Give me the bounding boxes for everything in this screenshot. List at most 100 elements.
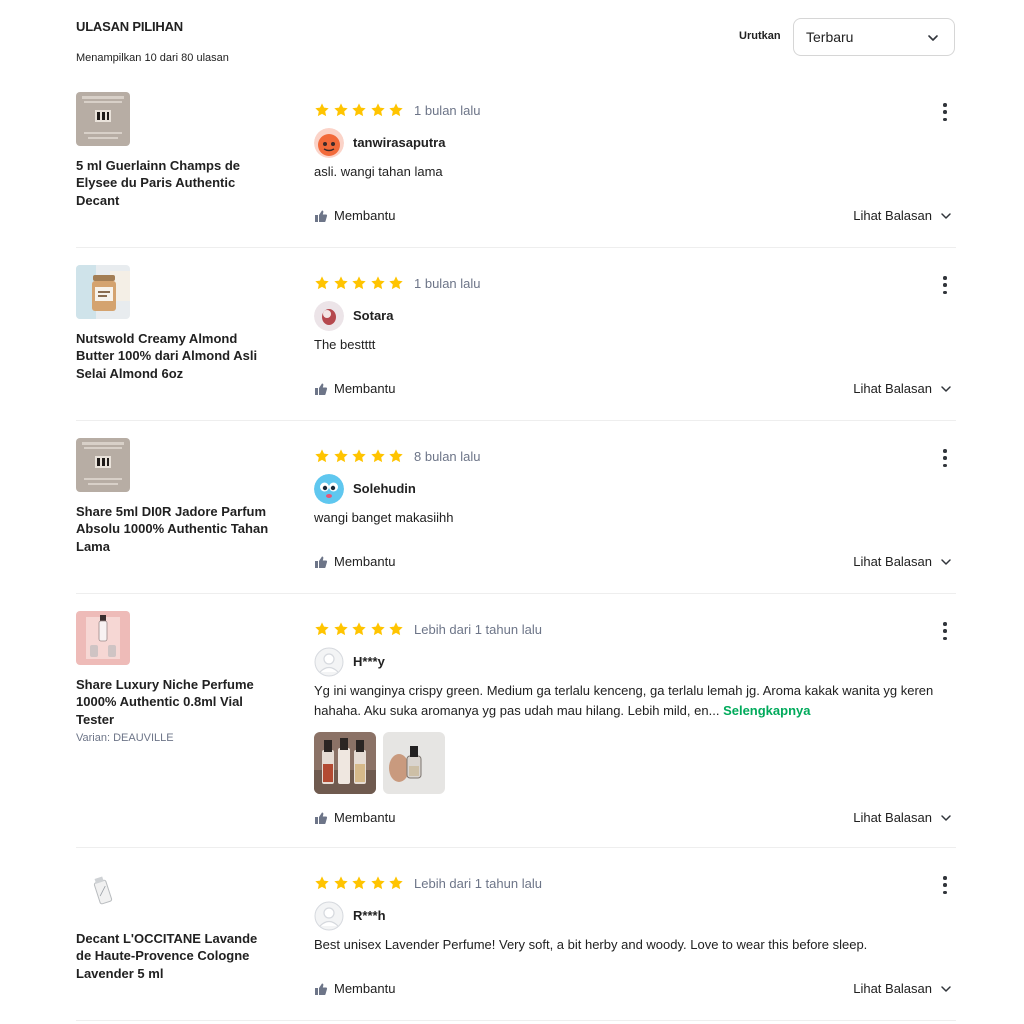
rating-stars — [314, 875, 404, 891]
star-icon — [333, 103, 348, 117]
view-replies-label: Lihat Balasan — [853, 981, 932, 996]
thumbs-up-icon — [315, 210, 328, 222]
view-replies-button[interactable]: Lihat Balasan — [853, 208, 952, 223]
blue-face-avatar — [314, 474, 344, 504]
review-time: 8 bulan lalu — [414, 449, 481, 464]
chevron-down-icon — [941, 558, 951, 565]
view-replies-label: Lihat Balasan — [853, 554, 932, 569]
chevron-down-icon — [941, 985, 951, 992]
review-photo[interactable] — [383, 732, 445, 794]
review-time: 1 bulan lalu — [414, 103, 481, 118]
star-icon — [370, 103, 385, 117]
reviewer-name: Solehudin — [353, 481, 416, 496]
photo-avatar — [314, 301, 344, 331]
helpful-button[interactable]: Membantu — [314, 981, 395, 996]
rating-stars — [314, 621, 404, 637]
thumbs-up-icon — [315, 383, 328, 395]
reviewer-name: tanwirasaputra — [353, 135, 446, 150]
helpful-button[interactable]: Membantu — [314, 554, 395, 569]
more-options-icon[interactable] — [942, 876, 948, 894]
reviewer-name: H***y — [353, 654, 385, 669]
product-name[interactable]: Nutswold Creamy Almond Butter 100% dari … — [76, 330, 276, 382]
decant-vial-thumb-icon — [76, 865, 130, 919]
star-icon — [315, 103, 329, 117]
product-thumbnail[interactable] — [76, 611, 130, 665]
perfume-decant-thumb-icon — [76, 92, 130, 146]
product-name[interactable]: Share Luxury Niche Perfume 1000% Authent… — [76, 676, 276, 728]
star-icon — [333, 449, 348, 463]
read-more-link[interactable]: Selengkapnya — [723, 703, 810, 718]
almond-butter-jar-thumb-icon — [76, 265, 130, 319]
star-icon — [389, 449, 403, 463]
chevron-down-icon — [928, 35, 938, 41]
helpful-label: Membantu — [334, 208, 396, 223]
star-icon — [352, 622, 366, 636]
more-options-icon[interactable] — [942, 622, 948, 640]
product-variant: Varian: DEAUVILLE — [76, 732, 174, 744]
more-options-icon[interactable] — [942, 103, 948, 121]
star-icon — [333, 622, 348, 636]
view-replies-label: Lihat Balasan — [853, 810, 932, 825]
view-replies-label: Lihat Balasan — [853, 381, 932, 396]
helpful-button[interactable]: Membantu — [314, 381, 395, 396]
reviewer-name: Sotara — [353, 308, 394, 323]
product-thumbnail[interactable] — [76, 438, 130, 492]
product-name[interactable]: 5 ml Guerlainn Champs de Elysee du Paris… — [76, 157, 276, 209]
star-icon — [352, 276, 366, 290]
product-thumbnail[interactable] — [76, 92, 130, 146]
orange-face-avatar — [314, 128, 344, 158]
default-user-avatar — [314, 647, 344, 677]
star-icon — [352, 876, 366, 890]
review-text: Yg ini wanginya crispy green. Medium ga … — [314, 681, 954, 721]
view-replies-button[interactable]: Lihat Balasan — [853, 381, 952, 396]
helpful-label: Membantu — [334, 810, 396, 825]
product-name[interactable]: Decant L'OCCITANE Lavande de Haute-Prove… — [76, 930, 276, 982]
section-title: ULASAN PILIHAN — [76, 19, 183, 34]
default-user-avatar — [314, 901, 344, 931]
vial-tester-thumb-icon — [76, 611, 130, 665]
review-time: Lebih dari 1 tahun lalu — [414, 622, 542, 637]
star-icon — [315, 622, 329, 636]
review-text: Best unisex Lavender Perfume! Very soft,… — [314, 937, 868, 952]
view-replies-label: Lihat Balasan — [853, 208, 932, 223]
helpful-label: Membantu — [334, 981, 396, 996]
star-icon — [370, 276, 385, 290]
product-name[interactable]: Share 5ml DI0R Jadore Parfum Absolu 1000… — [76, 503, 276, 555]
review-photo[interactable] — [314, 732, 376, 794]
perfume-decant-thumb-icon — [76, 438, 130, 492]
product-thumbnail[interactable] — [76, 865, 130, 919]
review-text: asli. wangi tahan lama — [314, 164, 443, 179]
review-text: wangi banget makasiihh — [314, 510, 454, 525]
star-icon — [389, 876, 403, 890]
review-item: Nutswold Creamy Almond Butter 100% dari … — [76, 265, 956, 421]
review-item: 5 ml Guerlainn Champs de Elysee du Paris… — [76, 92, 956, 248]
sort-selected-value: Terbaru — [806, 29, 854, 45]
review-item: Share Luxury Niche Perfume 1000% Authent… — [76, 611, 956, 848]
rating-stars — [314, 448, 404, 464]
sort-dropdown[interactable]: Terbaru — [793, 18, 955, 56]
thumbs-up-icon — [315, 812, 328, 824]
view-replies-button[interactable]: Lihat Balasan — [853, 554, 952, 569]
helpful-button[interactable]: Membantu — [314, 810, 395, 825]
chevron-down-icon — [941, 814, 951, 821]
star-icon — [315, 276, 329, 290]
review-text-body: Yg ini wanginya crispy green. Medium ga … — [314, 683, 934, 718]
star-icon — [315, 876, 329, 890]
chevron-down-icon — [941, 385, 951, 392]
review-count-text: Menampilkan 10 dari 80 ulasan — [76, 52, 229, 64]
thumbs-up-icon — [315, 556, 328, 568]
more-options-icon[interactable] — [942, 449, 948, 467]
star-icon — [315, 449, 329, 463]
view-replies-button[interactable]: Lihat Balasan — [853, 810, 952, 825]
more-options-icon[interactable] — [942, 276, 948, 294]
star-icon — [370, 876, 385, 890]
star-icon — [333, 276, 348, 290]
review-item: Share 5ml DI0R Jadore Parfum Absolu 1000… — [76, 438, 956, 594]
helpful-button[interactable]: Membantu — [314, 208, 395, 223]
star-icon — [370, 449, 385, 463]
view-replies-button[interactable]: Lihat Balasan — [853, 981, 952, 996]
review-time: Lebih dari 1 tahun lalu — [414, 876, 542, 891]
chevron-down-icon — [941, 212, 951, 219]
product-thumbnail[interactable] — [76, 265, 130, 319]
thumbs-up-icon — [315, 983, 328, 995]
